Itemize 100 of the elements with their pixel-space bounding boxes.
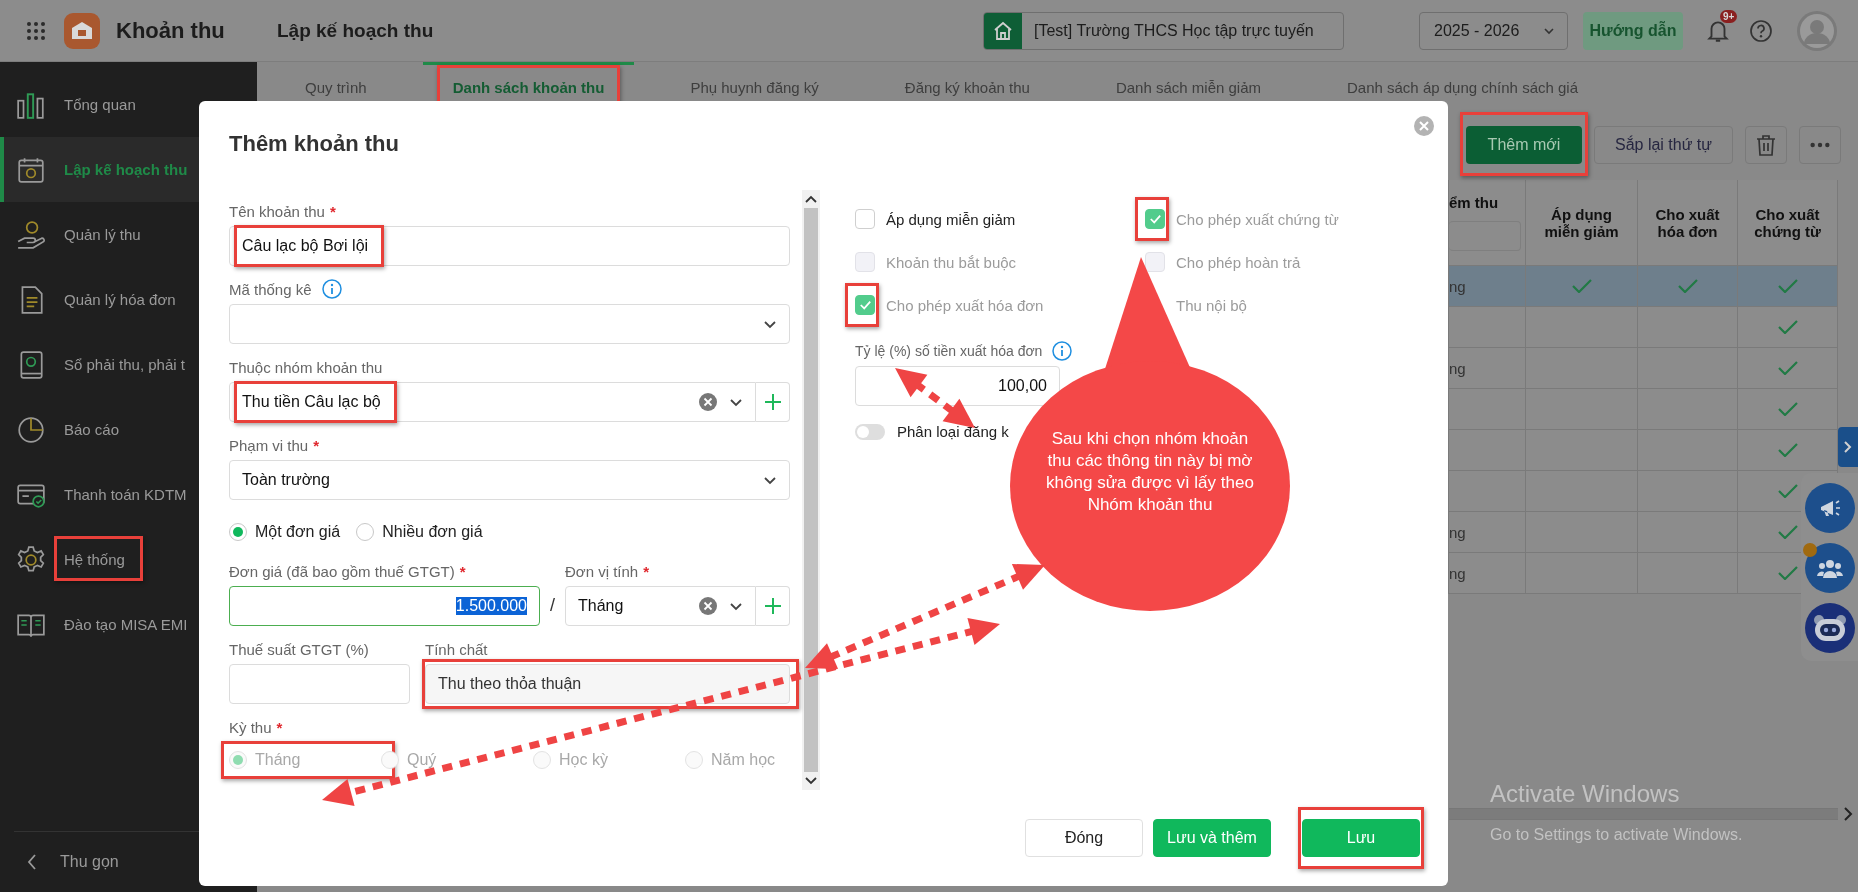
field-label: Thuộc nhóm khoản thu xyxy=(229,358,383,376)
text-field[interactable]: 100,00 xyxy=(855,366,1060,406)
check-icon xyxy=(1777,279,1798,293)
field-label: Phạm vi thu xyxy=(229,436,309,454)
plus-icon xyxy=(763,393,782,411)
year-select[interactable]: 2025 - 2026 xyxy=(1419,11,1568,50)
field-label: Kỳ thu xyxy=(229,718,272,736)
close-dialog-button[interactable]: Đóng xyxy=(1025,819,1143,857)
check-icon xyxy=(1777,402,1798,416)
vertical-scrollbar[interactable] xyxy=(802,190,820,790)
tab[interactable]: Danh sách áp dụng chính sách giá xyxy=(1317,62,1608,110)
info-icon xyxy=(321,279,342,299)
announcement-button[interactable] xyxy=(1804,483,1855,533)
side-panel-toggle[interactable] xyxy=(1838,427,1858,467)
save-and-add-button[interactable]: Lưu và thêm xyxy=(1153,819,1271,857)
dropdown[interactable]: Toàn trường xyxy=(229,460,790,500)
check-icon xyxy=(1571,279,1592,293)
check-icon xyxy=(1777,320,1798,334)
field-label: Tỷ lệ (%) số tiền xuất hóa đơn xyxy=(855,343,1043,359)
app-grid-icon[interactable] xyxy=(26,20,46,41)
clear-icon xyxy=(699,597,717,615)
checkbox-label: Áp dụng miễn giảm xyxy=(886,210,1016,228)
gear-icon xyxy=(16,544,46,575)
text-field[interactable]: Câu lạc bộ Bơi lội xyxy=(229,226,790,266)
hand-coin-icon xyxy=(16,219,46,250)
toggle-switch[interactable] xyxy=(855,423,885,440)
notification-badge: 9+ xyxy=(1720,9,1738,23)
table-row[interactable]: ng xyxy=(1449,266,1838,307)
field-label: Thuế suất GTGT (%) xyxy=(229,640,369,658)
delete-button[interactable] xyxy=(1745,126,1787,164)
table-cell: ng xyxy=(1449,512,1526,553)
chevron-right-icon[interactable] xyxy=(1842,806,1854,822)
add-button[interactable]: Thêm mới xyxy=(1465,126,1582,164)
text-field[interactable]: 1.500.000 xyxy=(229,586,540,626)
activation-notice-text: Go to Settings to activate Windows. xyxy=(1490,826,1743,844)
required-mark: * xyxy=(459,562,466,580)
caret-down-icon xyxy=(804,776,818,786)
community-button[interactable] xyxy=(1804,543,1855,593)
info-icon xyxy=(1052,341,1073,361)
collapse-button[interactable]: Thu gọn xyxy=(0,832,257,892)
avatar[interactable] xyxy=(1797,10,1837,51)
radio-label: Học kỳ xyxy=(559,751,608,769)
radio-label: Năm học xyxy=(711,751,776,769)
check-icon xyxy=(1777,361,1798,375)
dropdown[interactable] xyxy=(229,304,790,344)
app-logo-icon xyxy=(64,12,100,49)
more-icon xyxy=(1809,141,1831,149)
table-cell: ng xyxy=(1449,553,1526,594)
more-button[interactable] xyxy=(1799,126,1841,164)
callout-text: Sau khi chọn nhóm khoản thu các thông tin này bị mờ không sửa được vì lấy theo Nhóm khoản thu xyxy=(1045,428,1255,516)
column-header: ểm thu xyxy=(1449,194,1500,211)
table-cell: ng xyxy=(1449,348,1526,389)
help-button[interactable]: Hướng dẫn xyxy=(1583,11,1683,50)
dropdown[interactable]: Tháng xyxy=(565,586,756,626)
dropdown[interactable]: Thu tiền Câu lạc bộ xyxy=(229,382,756,422)
radio-label: Nhiều đơn giá xyxy=(382,523,483,541)
horizontal-scrollbar[interactable] xyxy=(1449,808,1838,820)
checkbox-label: Cho phép xuất hóa đơn xyxy=(886,296,1044,314)
reorder-button[interactable]: Sắp lại thứ tự xyxy=(1593,126,1733,164)
save-button[interactable]: Lưu xyxy=(1302,819,1420,857)
checkbox-label: Khoản thu bắt buộc xyxy=(886,253,1017,271)
check-icon xyxy=(1777,566,1798,580)
table-row[interactable]: ng xyxy=(1449,348,1838,389)
field-label: Tên khoản thu xyxy=(229,202,325,220)
trash-icon xyxy=(1754,133,1778,157)
caret-icon xyxy=(763,318,777,330)
close-button[interactable] xyxy=(1414,116,1434,136)
slash-text: / xyxy=(549,595,556,616)
check-icon xyxy=(1777,525,1798,539)
status-dot xyxy=(1803,543,1817,557)
chatbot-button[interactable] xyxy=(1804,603,1855,653)
page-title: Lập kế hoạch thu xyxy=(277,19,434,42)
app-title: Khoản thu xyxy=(116,17,225,44)
school-select[interactable]: [Test] Trường THCS Học tập trực tuyến xyxy=(983,11,1344,50)
table-cell: ng xyxy=(1449,266,1526,307)
checkbox[interactable] xyxy=(855,209,875,229)
table-row[interactable] xyxy=(1449,307,1838,348)
toggle-label: Phân loại đăng k xyxy=(897,423,1009,440)
check-icon xyxy=(1777,484,1798,498)
add-button[interactable] xyxy=(756,382,790,422)
required-mark: * xyxy=(276,718,283,736)
caret-up-icon xyxy=(804,194,818,204)
add-button[interactable] xyxy=(756,586,790,626)
close-icon xyxy=(1414,116,1434,136)
radio-button[interactable] xyxy=(229,523,247,541)
caret-icon xyxy=(729,600,743,612)
caret-icon xyxy=(729,396,743,408)
pie-chart-icon xyxy=(16,414,46,445)
check-icon xyxy=(1777,443,1798,457)
text-field[interactable] xyxy=(229,664,410,704)
radio-button[interactable] xyxy=(356,523,375,541)
field-label: Đơn vị tính xyxy=(565,562,639,580)
field-label: Tính chất xyxy=(425,640,488,658)
checkbox-label: Cho phép xuất chứng từ xyxy=(1176,210,1339,228)
help-icon[interactable] xyxy=(1749,18,1773,43)
filter-field[interactable] xyxy=(1449,221,1521,251)
scrollbar-thumb[interactable] xyxy=(804,208,818,772)
house-icon xyxy=(992,19,1014,42)
clear-icon xyxy=(699,393,717,411)
required-mark: * xyxy=(643,562,650,580)
